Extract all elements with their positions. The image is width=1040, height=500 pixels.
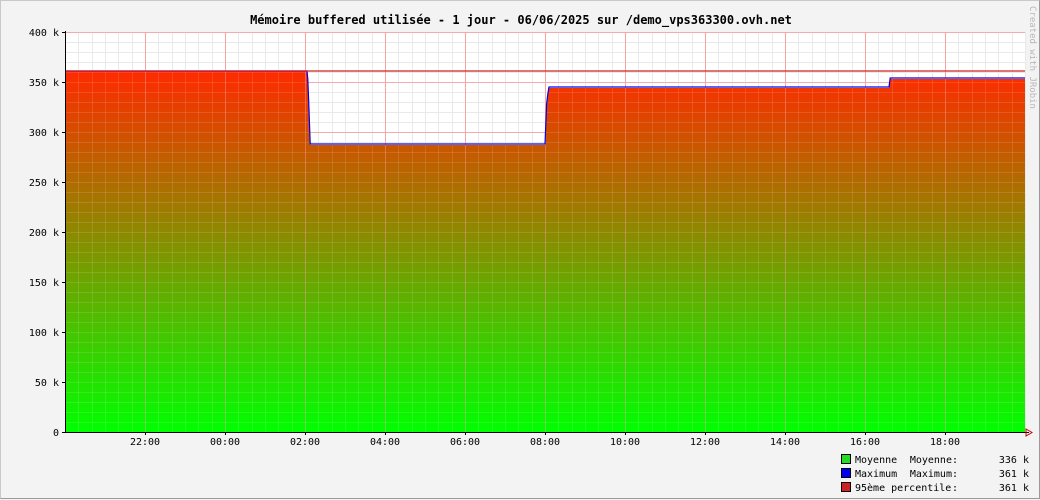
- grid-overlay: [65, 32, 1026, 433]
- legend-swatch: [841, 468, 851, 478]
- x-tick-label: 14:00: [770, 437, 800, 448]
- legend-stat-label: :: [952, 483, 958, 494]
- legend-series-name: Moyenne: [855, 455, 897, 466]
- x-tick-label: 16:00: [850, 437, 880, 448]
- y-tick-label: 200 k: [29, 228, 59, 239]
- x-tick-label: 02:00: [290, 437, 320, 448]
- chart-title: Mémoire buffered utilisée - 1 jour - 06/…: [250, 13, 792, 28]
- y-axis-labels: 0 50 k 100 k 150 k 200 k 250 k 300 k 350 k 400 k: [29, 28, 59, 439]
- chart-frame: Mémoire buffered utilisée - 1 jour - 06/…: [0, 0, 1040, 499]
- y-tick-label: 250 k: [29, 178, 59, 189]
- legend-series-name: Maximum: [855, 469, 897, 480]
- y-tick-label: 400 k: [29, 28, 59, 39]
- x-tick-label: 06:00: [450, 437, 480, 448]
- x-tick-label: 12:00: [690, 437, 720, 448]
- legend-stat-label: Maximum:: [910, 469, 958, 480]
- legend-stat-label: Moyenne:: [910, 455, 958, 466]
- y-tick-label: 150 k: [29, 278, 59, 289]
- x-tick-label: 10:00: [610, 437, 640, 448]
- watermark: Created with JRobin: [1027, 6, 1037, 109]
- legend: Moyenne Moyenne: 336 k Maximum Maximum: 361 k…: [841, 454, 1029, 494]
- x-axis-labels: 22:00 00:00 02:00 04:00 06:00 08:00 10:00 12:00…: [130, 437, 960, 448]
- legend-stat-value: 361 k: [999, 469, 1029, 480]
- y-tick-label: 100 k: [29, 328, 59, 339]
- legend-stat-value: 361 k: [999, 483, 1029, 494]
- legend-swatch: [841, 454, 851, 464]
- legend-swatch: [841, 482, 851, 492]
- y-tick-label: 50 k: [35, 378, 59, 389]
- legend-series-name: 95ème percentile: [855, 482, 951, 494]
- y-tick-label: 0: [53, 428, 59, 439]
- y-tick-label: 350 k: [29, 78, 59, 89]
- x-tick-label: 22:00: [130, 437, 160, 448]
- chart-canvas: Mémoire buffered utilisée - 1 jour - 06/…: [29, 6, 1037, 494]
- x-tick-label: 08:00: [530, 437, 560, 448]
- x-tick-label: 04:00: [370, 437, 400, 448]
- y-tick-label: 300 k: [29, 128, 59, 139]
- legend-stat-value: 336 k: [999, 455, 1029, 466]
- x-tick-label: 00:00: [210, 437, 240, 448]
- x-tick-label: 18:00: [930, 437, 960, 448]
